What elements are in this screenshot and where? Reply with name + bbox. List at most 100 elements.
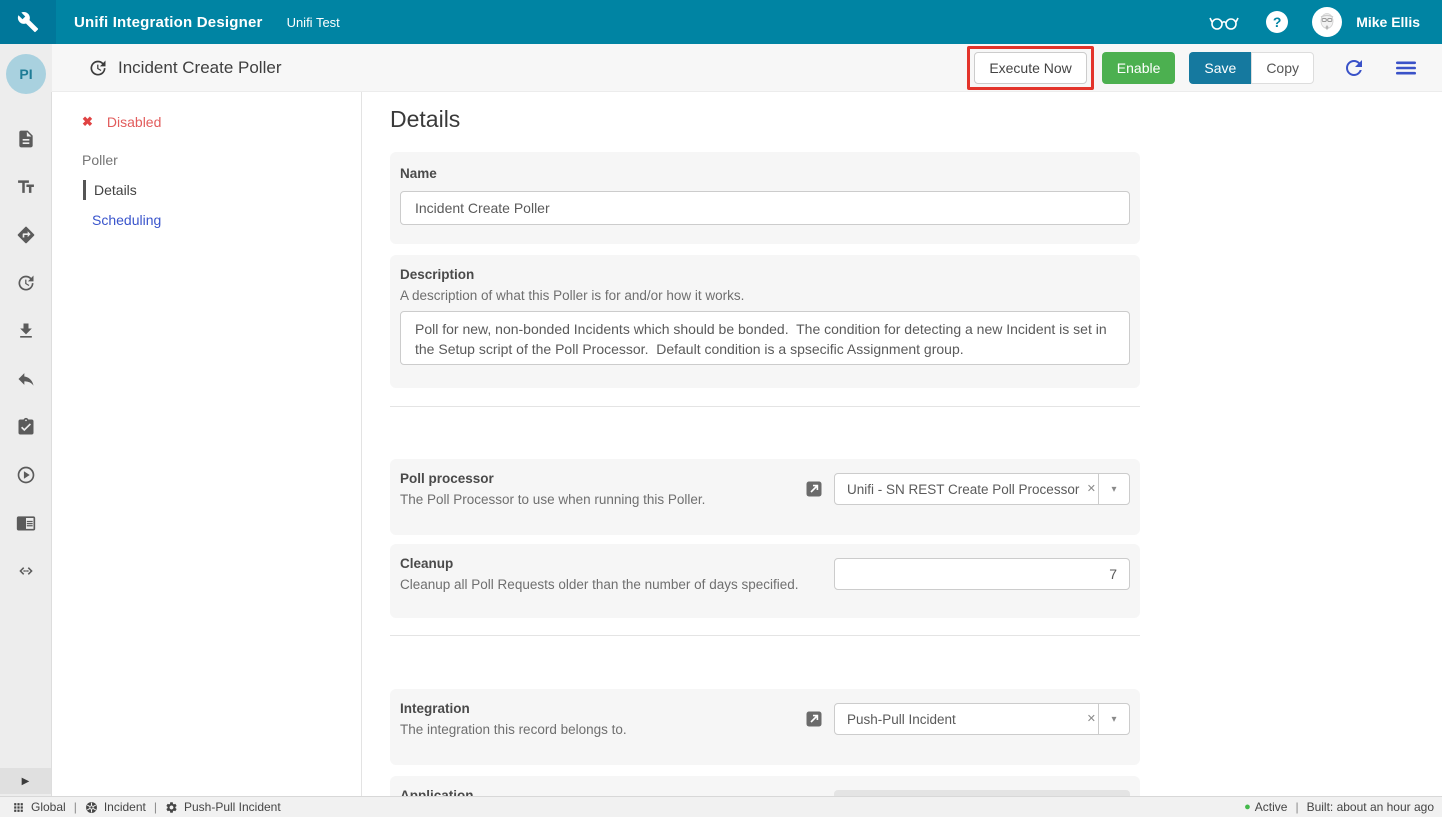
separator: |	[1295, 800, 1298, 814]
integration-select[interactable]: Push-Pull Incident ✕ ▾	[834, 703, 1130, 735]
separator: |	[74, 800, 77, 814]
record-type-item[interactable]: Incident	[85, 800, 146, 814]
poll-processor-label: Poll processor	[400, 471, 806, 486]
integration-label: Push-Pull Incident	[184, 800, 281, 814]
poll-processor-field-card: Poll processor The Poll Processor to use…	[390, 459, 1140, 535]
poller-update-icon	[88, 58, 108, 78]
description-field-card: Description A description of what this P…	[390, 255, 1140, 388]
rail-expand-button[interactable]: ▶	[0, 768, 51, 794]
avatar-face-icon	[1314, 9, 1340, 35]
dropdown-caret-icon[interactable]: ▾	[1098, 474, 1129, 504]
user-name: Mike Ellis	[1356, 14, 1420, 30]
refresh-button[interactable]	[1342, 56, 1366, 80]
wrench-icon	[17, 11, 39, 33]
application-controls	[834, 788, 1130, 796]
clear-selection-icon[interactable]: ✕	[1086, 712, 1096, 725]
tasks-clipboard-icon[interactable]	[16, 417, 36, 437]
text-format-icon[interactable]	[16, 177, 36, 197]
record-type-label: Incident	[104, 800, 146, 814]
enable-button[interactable]: Enable	[1102, 52, 1176, 84]
scope-item[interactable]: Global	[12, 800, 66, 814]
user-avatar[interactable]	[1312, 7, 1342, 37]
app-title: Unifi Integration Designer	[74, 14, 263, 31]
record-toolbar: Incident Create Poller Execute Now Enabl…	[0, 44, 1442, 92]
integration-item[interactable]: Push-Pull Incident	[165, 800, 281, 814]
record-title: Incident Create Poller	[118, 58, 281, 78]
execute-now-highlight: Execute Now	[967, 46, 1093, 90]
execute-now-button[interactable]: Execute Now	[974, 52, 1086, 84]
copy-button[interactable]: Copy	[1251, 52, 1314, 84]
description-label: Description	[400, 267, 1130, 282]
cleanup-field-card: Cleanup Cleanup all Poll Requests older …	[390, 544, 1140, 618]
integration-text: Integration The integration this record …	[400, 701, 806, 753]
poll-processor-help: The Poll Processor to use when running t…	[400, 492, 806, 507]
integration-label: Integration	[400, 701, 806, 716]
dropdown-caret-icon[interactable]: ▾	[1098, 704, 1129, 734]
cleanup-label: Cleanup	[400, 556, 834, 571]
expand-arrow-icon: ▶	[22, 776, 30, 787]
save-button[interactable]: Save	[1189, 52, 1251, 84]
status-bar: Global | Incident | Push-Pull Incident ●…	[0, 796, 1442, 817]
record-nav-panel: ✖ Disabled Poller Details Scheduling	[52, 92, 362, 796]
statusbar-right: ● Active | Built: about an hour ago	[1244, 800, 1434, 814]
cleanup-help: Cleanup all Poll Requests older than the…	[400, 577, 834, 592]
save-copy-group: Save Copy	[1189, 52, 1314, 84]
top-bar: Unifi Integration Designer Unifi Test ? …	[0, 0, 1442, 44]
code-icon[interactable]	[16, 561, 36, 581]
page-title: Details	[390, 106, 1442, 133]
nav-item-details[interactable]: Details	[83, 180, 361, 200]
open-record-icon[interactable]	[806, 481, 822, 497]
active-dot-icon: ●	[1244, 801, 1251, 813]
application-field-card: Application	[390, 776, 1140, 796]
name-field-card: Name	[390, 152, 1140, 244]
name-label: Name	[400, 166, 1130, 181]
nav-item-scheduling[interactable]: Scheduling	[92, 212, 361, 228]
help-icon[interactable]: ?	[1266, 11, 1288, 33]
cleanup-input[interactable]	[834, 558, 1130, 590]
integration-controls: Push-Pull Incident ✕ ▾	[806, 701, 1130, 753]
incident-wheel-icon	[85, 801, 98, 814]
topbar-actions: ? Mike Ellis	[1194, 7, 1442, 37]
app-logo[interactable]	[0, 0, 56, 44]
main-content: Details Name Description A description o…	[362, 92, 1442, 796]
application-label: Application	[400, 788, 834, 796]
divider	[390, 406, 1140, 407]
integration-field-card: Integration The integration this record …	[390, 689, 1140, 765]
scope-label: Global	[31, 800, 66, 814]
body: ▶ ✖ Disabled Poller Details Scheduling D…	[0, 92, 1442, 796]
toolbar-actions: Execute Now Enable Save Copy	[967, 46, 1442, 90]
application-text: Application	[400, 788, 834, 796]
directions-icon[interactable]	[16, 225, 36, 245]
glasses-icon[interactable]	[1206, 10, 1242, 34]
application-readonly-field	[834, 790, 1130, 796]
built-timestamp: Built: about an hour ago	[1307, 800, 1434, 814]
integration-selected-text: Push-Pull Incident	[847, 712, 956, 727]
gear-icon	[165, 801, 178, 814]
document-icon[interactable]	[16, 129, 36, 149]
separator: |	[154, 800, 157, 814]
play-circle-icon[interactable]	[16, 465, 36, 485]
clear-selection-icon[interactable]: ✕	[1086, 482, 1096, 495]
disabled-x-icon: ✖	[82, 114, 93, 130]
download-icon[interactable]	[16, 321, 36, 341]
undo-icon[interactable]	[16, 369, 36, 389]
open-record-icon[interactable]	[806, 711, 822, 727]
record-status: ✖ Disabled	[82, 114, 361, 130]
nav-section-poller: Poller	[82, 152, 361, 168]
environment-name: Unifi Test	[287, 15, 340, 30]
reader-book-icon[interactable]	[16, 513, 36, 533]
update-clock-icon[interactable]	[16, 273, 36, 293]
record-initials-avatar[interactable]: PI	[6, 54, 46, 94]
description-help: A description of what this Poller is for…	[400, 288, 1130, 303]
apps-grid-icon	[12, 801, 25, 814]
name-input[interactable]	[400, 191, 1130, 225]
integration-value[interactable]: Push-Pull Incident ✕	[835, 704, 1098, 734]
integration-help: The integration this record belongs to.	[400, 722, 806, 737]
refresh-icon	[1342, 56, 1366, 80]
menu-button[interactable]	[1394, 56, 1418, 80]
poll-processor-selected-text: Unifi - SN REST Create Poll Processor	[847, 482, 1079, 497]
hamburger-menu-icon	[1394, 56, 1418, 80]
poll-processor-value[interactable]: Unifi - SN REST Create Poll Processor ✕	[835, 474, 1098, 504]
poll-processor-select[interactable]: Unifi - SN REST Create Poll Processor ✕ …	[834, 473, 1130, 505]
description-textarea[interactable]: Poll for new, non-bonded Incidents which…	[400, 311, 1130, 365]
